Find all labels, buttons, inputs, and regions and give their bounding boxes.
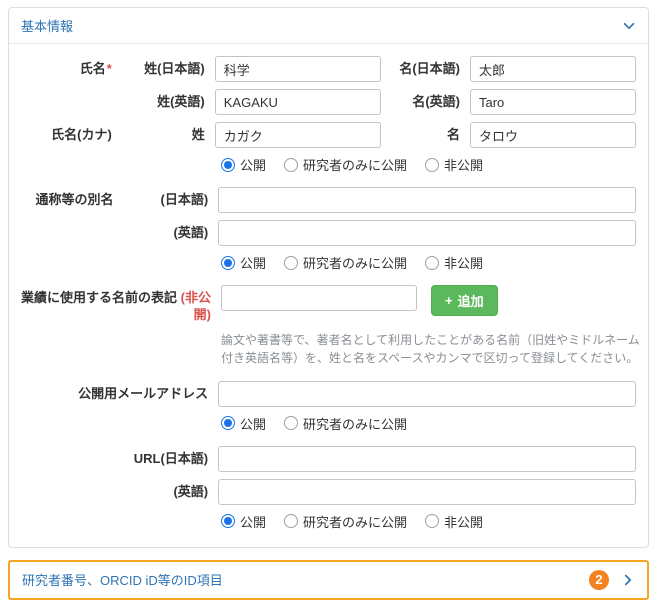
basic-info-panel: 基本情報 氏名* 姓(日本語) 名(日本語) 姓(英語) 名(英語) 氏名(カナ… [8,7,649,548]
plus-icon: + [445,293,453,308]
add-button[interactable]: + 追加 [431,285,498,316]
alias-ja-label: (日本語) [160,191,209,207]
works-name-help-text: 論文や著書等で、著者名として利用したことがある名前（旧姓やミドルネーム付き英語名… [221,332,640,366]
chevron-down-icon[interactable] [622,19,636,33]
radio-indicator [221,255,235,270]
name-kana-row: 氏名(カナ) 姓 名 [21,122,636,148]
first-name-ja-label: 名(日本語) [399,60,460,76]
first-name-ja-input[interactable] [469,56,636,82]
radio-indicator [425,157,440,172]
radio-kana-public[interactable]: 公開 [221,155,266,174]
url-ja-input[interactable] [218,445,636,472]
alias-label: 通称等の別名 [35,191,114,207]
last-name-kana-input[interactable] [214,122,381,148]
url-ja-label: URL(日本語) [133,450,209,466]
radio-email-researchers-only[interactable]: 研究者のみに公開 [284,414,407,433]
first-name-en-label: 名(英語) [412,93,460,109]
url-privacy-radio-group: 公開 研究者のみに公開 非公開 [221,512,636,531]
works-name-row: 業績に使用する名前の表記 (非公開) + 追加 [21,285,636,324]
last-name-en-input[interactable] [214,89,381,115]
radio-indicator [221,416,235,431]
radio-email-public[interactable]: 公開 [221,414,266,433]
last-name-ja-label: 姓(日本語) [144,60,205,76]
last-name-ja-input[interactable] [214,56,381,82]
required-asterisk: * [106,60,112,76]
name-en-row: 姓(英語) 名(英語) [21,89,636,115]
radio-indicator [221,157,235,172]
url-en-input[interactable] [218,478,636,505]
kana-privacy-radio-group: 公開 研究者のみに公開 非公開 [221,155,636,174]
last-name-en-label: 姓(英語) [157,93,205,109]
first-name-kana-label: 名 [446,126,460,142]
url-en-row: (英語) [21,478,636,505]
alias-ja-row: 通称等の別名 (日本語) [21,187,636,213]
name-label: 氏名* [79,60,112,76]
basic-info-panel-body: 氏名* 姓(日本語) 名(日本語) 姓(英語) 名(英語) 氏名(カナ) 姓 名 [9,44,648,547]
name-ja-row: 氏名* 姓(日本語) 名(日本語) [21,56,636,82]
panel-title: 基本情報 [21,19,74,34]
radio-indicator [221,514,235,529]
alias-en-label: (英語) [173,224,209,240]
basic-info-panel-header[interactable]: 基本情報 [9,8,648,44]
radio-indicator [425,514,440,529]
radio-kana-private[interactable]: 非公開 [425,155,483,174]
first-name-kana-input[interactable] [469,122,636,148]
id-section-panel[interactable]: 研究者番号、ORCID iD等のID項目 2 [8,559,649,600]
alias-en-input[interactable] [218,220,636,246]
first-name-en-input[interactable] [469,89,636,115]
url-en-label: (英語) [173,483,209,499]
chevron-right-icon[interactable] [621,573,635,587]
step-badge: 2 [589,569,609,590]
privacy-note: (非公開) [180,290,211,322]
works-name-input[interactable] [221,285,417,311]
radio-url-private[interactable]: 非公開 [425,512,483,531]
radio-alias-researchers-only[interactable]: 研究者のみに公開 [284,253,407,272]
radio-indicator [284,157,299,172]
url-ja-row: URL(日本語) [21,445,636,472]
radio-alias-public[interactable]: 公開 [221,253,266,272]
alias-ja-input[interactable] [218,187,636,213]
radio-indicator [284,255,299,270]
alias-en-row: (英語) [21,220,636,246]
works-name-label: 業績に使用する名前の表記 (非公開) [21,290,211,322]
radio-kana-researchers-only[interactable]: 研究者のみに公開 [284,155,407,174]
last-name-kana-label: 姓 [191,126,205,142]
radio-indicator [425,255,440,270]
radio-url-researchers-only[interactable]: 研究者のみに公開 [284,512,407,531]
email-row: 公開用メールアドレス [21,380,636,407]
id-section-title: 研究者番号、ORCID iD等のID項目 [22,573,223,589]
email-label: 公開用メールアドレス [78,385,209,401]
email-privacy-radio-group: 公開 研究者のみに公開 [221,414,636,433]
radio-indicator [284,416,299,431]
alias-privacy-radio-group: 公開 研究者のみに公開 非公開 [221,253,636,272]
radio-indicator [284,514,299,529]
name-kana-label: 氏名(カナ) [51,126,112,142]
email-input[interactable] [218,380,636,407]
radio-url-public[interactable]: 公開 [221,512,266,531]
radio-alias-private[interactable]: 非公開 [425,253,483,272]
